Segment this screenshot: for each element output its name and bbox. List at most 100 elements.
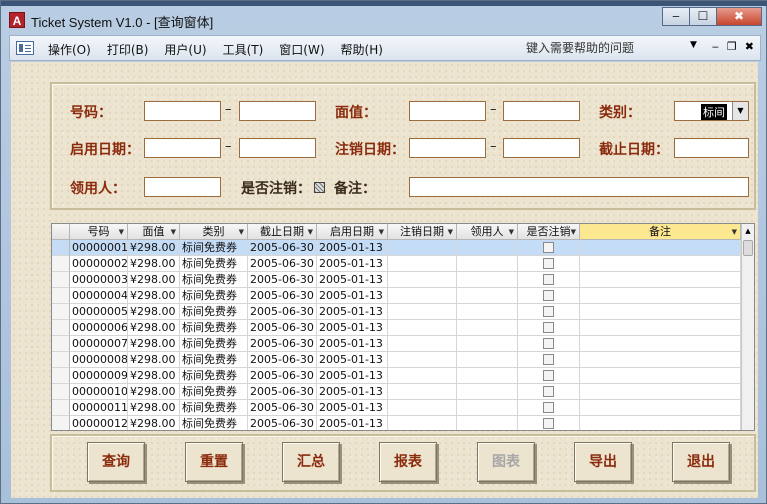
minimize-button[interactable]: ‒ [662, 7, 690, 26]
cell-category[interactable]: 标间免费券 [180, 304, 248, 320]
cell-start-date[interactable]: 2005-01-13 [317, 288, 388, 304]
number-from-input[interactable] [144, 101, 221, 121]
cell-cancel-date[interactable] [388, 240, 457, 256]
cell-face-value[interactable]: ¥298.00 [128, 256, 180, 272]
cell-number[interactable]: 00000008 [70, 352, 128, 368]
table-row[interactable]: 00000007 ¥298.00 标间免费券 2005-06-30 2005-01-13 [52, 336, 741, 352]
cell-is-cancelled[interactable] [518, 416, 580, 430]
col-header-deadline[interactable]: 截止日期 ▼ [248, 224, 317, 240]
is-cancelled-row-checkbox[interactable] [543, 258, 554, 269]
help-search-input[interactable]: 键入需要帮助的问题 [526, 39, 712, 57]
start-date-from-input[interactable] [144, 138, 221, 158]
cell-receiver[interactable] [457, 400, 518, 416]
scroll-up-icon[interactable]: ▲ [742, 224, 754, 238]
results-datasheet[interactable]: 号码 ▼ 面值 ▼ 类别 ▼ 截止日期 ▼ 启用日期 ▼ 注销日期 ▼ 领用人 ▼ 是否注销 ▼… [51, 223, 755, 431]
col-header-receiver[interactable]: 领用人 ▼ [457, 224, 518, 240]
cell-category[interactable]: 标间免费券 [180, 336, 248, 352]
cell-remarks[interactable] [580, 240, 741, 256]
col-header-remarks[interactable]: 备注 ▼ [580, 224, 741, 240]
table-row[interactable]: 00000010 ¥298.00 标间免费券 2005-06-30 2005-01-13 [52, 384, 741, 400]
cell-start-date[interactable]: 2005-01-13 [317, 400, 388, 416]
cell-remarks[interactable] [580, 368, 741, 384]
table-row[interactable]: 00000002 ¥298.00 标间免费券 2005-06-30 2005-01-13 [52, 256, 741, 272]
table-row[interactable]: 00000004 ¥298.00 标间免费券 2005-06-30 2005-01-13 [52, 288, 741, 304]
table-row[interactable]: 00000009 ¥298.00 标间免费券 2005-06-30 2005-01-13 [52, 368, 741, 384]
cell-number[interactable]: 00000001 [70, 240, 128, 256]
menu-operate[interactable]: 操作(O) [48, 41, 91, 58]
row-selector[interactable] [52, 384, 70, 400]
cell-remarks[interactable] [580, 416, 741, 430]
cell-remarks[interactable] [580, 288, 741, 304]
cell-receiver[interactable] [457, 304, 518, 320]
col-header-number[interactable]: 号码 ▼ [70, 224, 128, 240]
cell-remarks[interactable] [580, 384, 741, 400]
cell-number[interactable]: 00000011 [70, 400, 128, 416]
cell-face-value[interactable]: ¥298.00 [128, 304, 180, 320]
is-cancelled-row-checkbox[interactable] [543, 306, 554, 317]
mdi-close-button[interactable]: ✖ [745, 40, 754, 53]
cell-start-date[interactable]: 2005-01-13 [317, 256, 388, 272]
deadline-input[interactable] [674, 138, 749, 158]
cell-cancel-date[interactable] [388, 368, 457, 384]
cell-deadline[interactable]: 2005-06-30 [248, 256, 317, 272]
cell-is-cancelled[interactable] [518, 256, 580, 272]
cell-receiver[interactable] [457, 240, 518, 256]
cell-deadline[interactable]: 2005-06-30 [248, 272, 317, 288]
is-cancelled-row-checkbox[interactable] [543, 242, 554, 253]
cell-deadline[interactable]: 2005-06-30 [248, 384, 317, 400]
mdi-restore-button[interactable]: ❐ [727, 40, 737, 53]
remarks-input[interactable] [409, 177, 749, 197]
cell-remarks[interactable] [580, 400, 741, 416]
row-selector[interactable] [52, 368, 70, 384]
cell-face-value[interactable]: ¥298.00 [128, 320, 180, 336]
is-cancelled-checkbox[interactable] [314, 182, 325, 193]
menu-help[interactable]: 帮助(H) [341, 41, 383, 58]
cell-cancel-date[interactable] [388, 256, 457, 272]
cell-number[interactable]: 00000006 [70, 320, 128, 336]
cell-deadline[interactable]: 2005-06-30 [248, 352, 317, 368]
is-cancelled-row-checkbox[interactable] [543, 402, 554, 413]
cell-number[interactable]: 00000003 [70, 272, 128, 288]
cell-is-cancelled[interactable] [518, 288, 580, 304]
cell-deadline[interactable]: 2005-06-30 [248, 368, 317, 384]
face-value-from-input[interactable] [409, 101, 486, 121]
menu-tools[interactable]: 工具(T) [223, 41, 264, 58]
row-selector[interactable] [52, 304, 70, 320]
table-row[interactable]: 00000001 ¥298.00 标间免费券 2005-06-30 2005-01-13 [52, 240, 741, 256]
cell-category[interactable]: 标间免费券 [180, 416, 248, 430]
cell-start-date[interactable]: 2005-01-13 [317, 352, 388, 368]
cell-category[interactable]: 标间免费券 [180, 368, 248, 384]
cell-deadline[interactable]: 2005-06-30 [248, 416, 317, 430]
form-icon[interactable] [16, 41, 34, 55]
cell-category[interactable]: 标间免费券 [180, 384, 248, 400]
cell-start-date[interactable]: 2005-01-13 [317, 320, 388, 336]
cell-category[interactable]: 标间免费券 [180, 400, 248, 416]
cell-start-date[interactable]: 2005-01-13 [317, 416, 388, 430]
cell-category[interactable]: 标间免费券 [180, 352, 248, 368]
is-cancelled-row-checkbox[interactable] [543, 322, 554, 333]
chevron-down-icon[interactable]: ▼ [732, 102, 748, 120]
cell-remarks[interactable] [580, 304, 741, 320]
col-header-face-value[interactable]: 面值 ▼ [128, 224, 180, 240]
cell-receiver[interactable] [457, 368, 518, 384]
cell-is-cancelled[interactable] [518, 272, 580, 288]
is-cancelled-row-checkbox[interactable] [543, 354, 554, 365]
cell-cancel-date[interactable] [388, 336, 457, 352]
menu-window[interactable]: 窗口(W) [279, 41, 324, 58]
cell-receiver[interactable] [457, 352, 518, 368]
cell-start-date[interactable]: 2005-01-13 [317, 336, 388, 352]
cell-deadline[interactable]: 2005-06-30 [248, 400, 317, 416]
col-header-start-date[interactable]: 启用日期 ▼ [317, 224, 388, 240]
select-all-corner[interactable] [52, 224, 70, 240]
cell-is-cancelled[interactable] [518, 304, 580, 320]
category-select[interactable]: 标间 ▼ [674, 101, 749, 121]
cell-number[interactable]: 00000007 [70, 336, 128, 352]
cell-cancel-date[interactable] [388, 272, 457, 288]
query-button[interactable]: 查询 [87, 442, 145, 482]
table-row[interactable]: 00000012 ¥298.00 标间免费券 2005-06-30 2005-01-13 [52, 416, 741, 430]
cell-number[interactable]: 00000010 [70, 384, 128, 400]
cell-remarks[interactable] [580, 256, 741, 272]
cell-number[interactable]: 00000009 [70, 368, 128, 384]
cell-face-value[interactable]: ¥298.00 [128, 400, 180, 416]
cell-remarks[interactable] [580, 272, 741, 288]
